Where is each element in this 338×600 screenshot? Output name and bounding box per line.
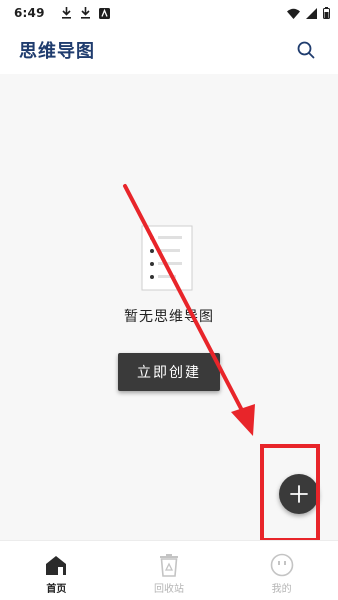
nav-item-profile[interactable]: 我的 [225,541,338,600]
main-content: 暂无思维导图 立即创建 [0,74,338,542]
download-icon [80,7,90,19]
recycle-bin-icon [160,554,178,577]
bottom-nav: 首页 回收站 我的 [0,540,338,600]
status-bar: 6:49 [0,0,338,26]
status-notification-icons [61,7,110,19]
nav-label-home: 首页 [46,584,67,595]
home-icon [46,556,67,575]
create-now-button[interactable]: 立即创建 [118,353,220,391]
download-icon [61,7,71,19]
app-notification-icon [98,7,110,19]
signal-icon [306,7,317,19]
search-icon [297,41,315,59]
nav-item-recycle-bin[interactable]: 回收站 [113,541,226,600]
status-time: 6:49 [14,6,45,20]
page-title: 思维导图 [19,41,95,62]
battery-icon [323,7,330,19]
empty-state-text: 暂无思维导图 [124,309,214,325]
nav-item-home[interactable]: 首页 [0,541,113,600]
search-button[interactable] [294,38,318,62]
app-screen: 6:49 思维导图 暂无思维导图 立即创建 首页 回收站 我的 [0,0,338,600]
profile-icon [270,553,293,577]
nav-label-profile: 我的 [271,584,292,595]
wifi-icon [287,8,300,19]
app-bar: 思维导图 [0,26,338,74]
plus-icon [290,485,308,503]
document-list-icon [141,225,193,291]
add-mindmap-button[interactable] [279,474,319,514]
status-system-icons [287,7,330,19]
nav-label-recycle-bin: 回收站 [154,584,184,595]
